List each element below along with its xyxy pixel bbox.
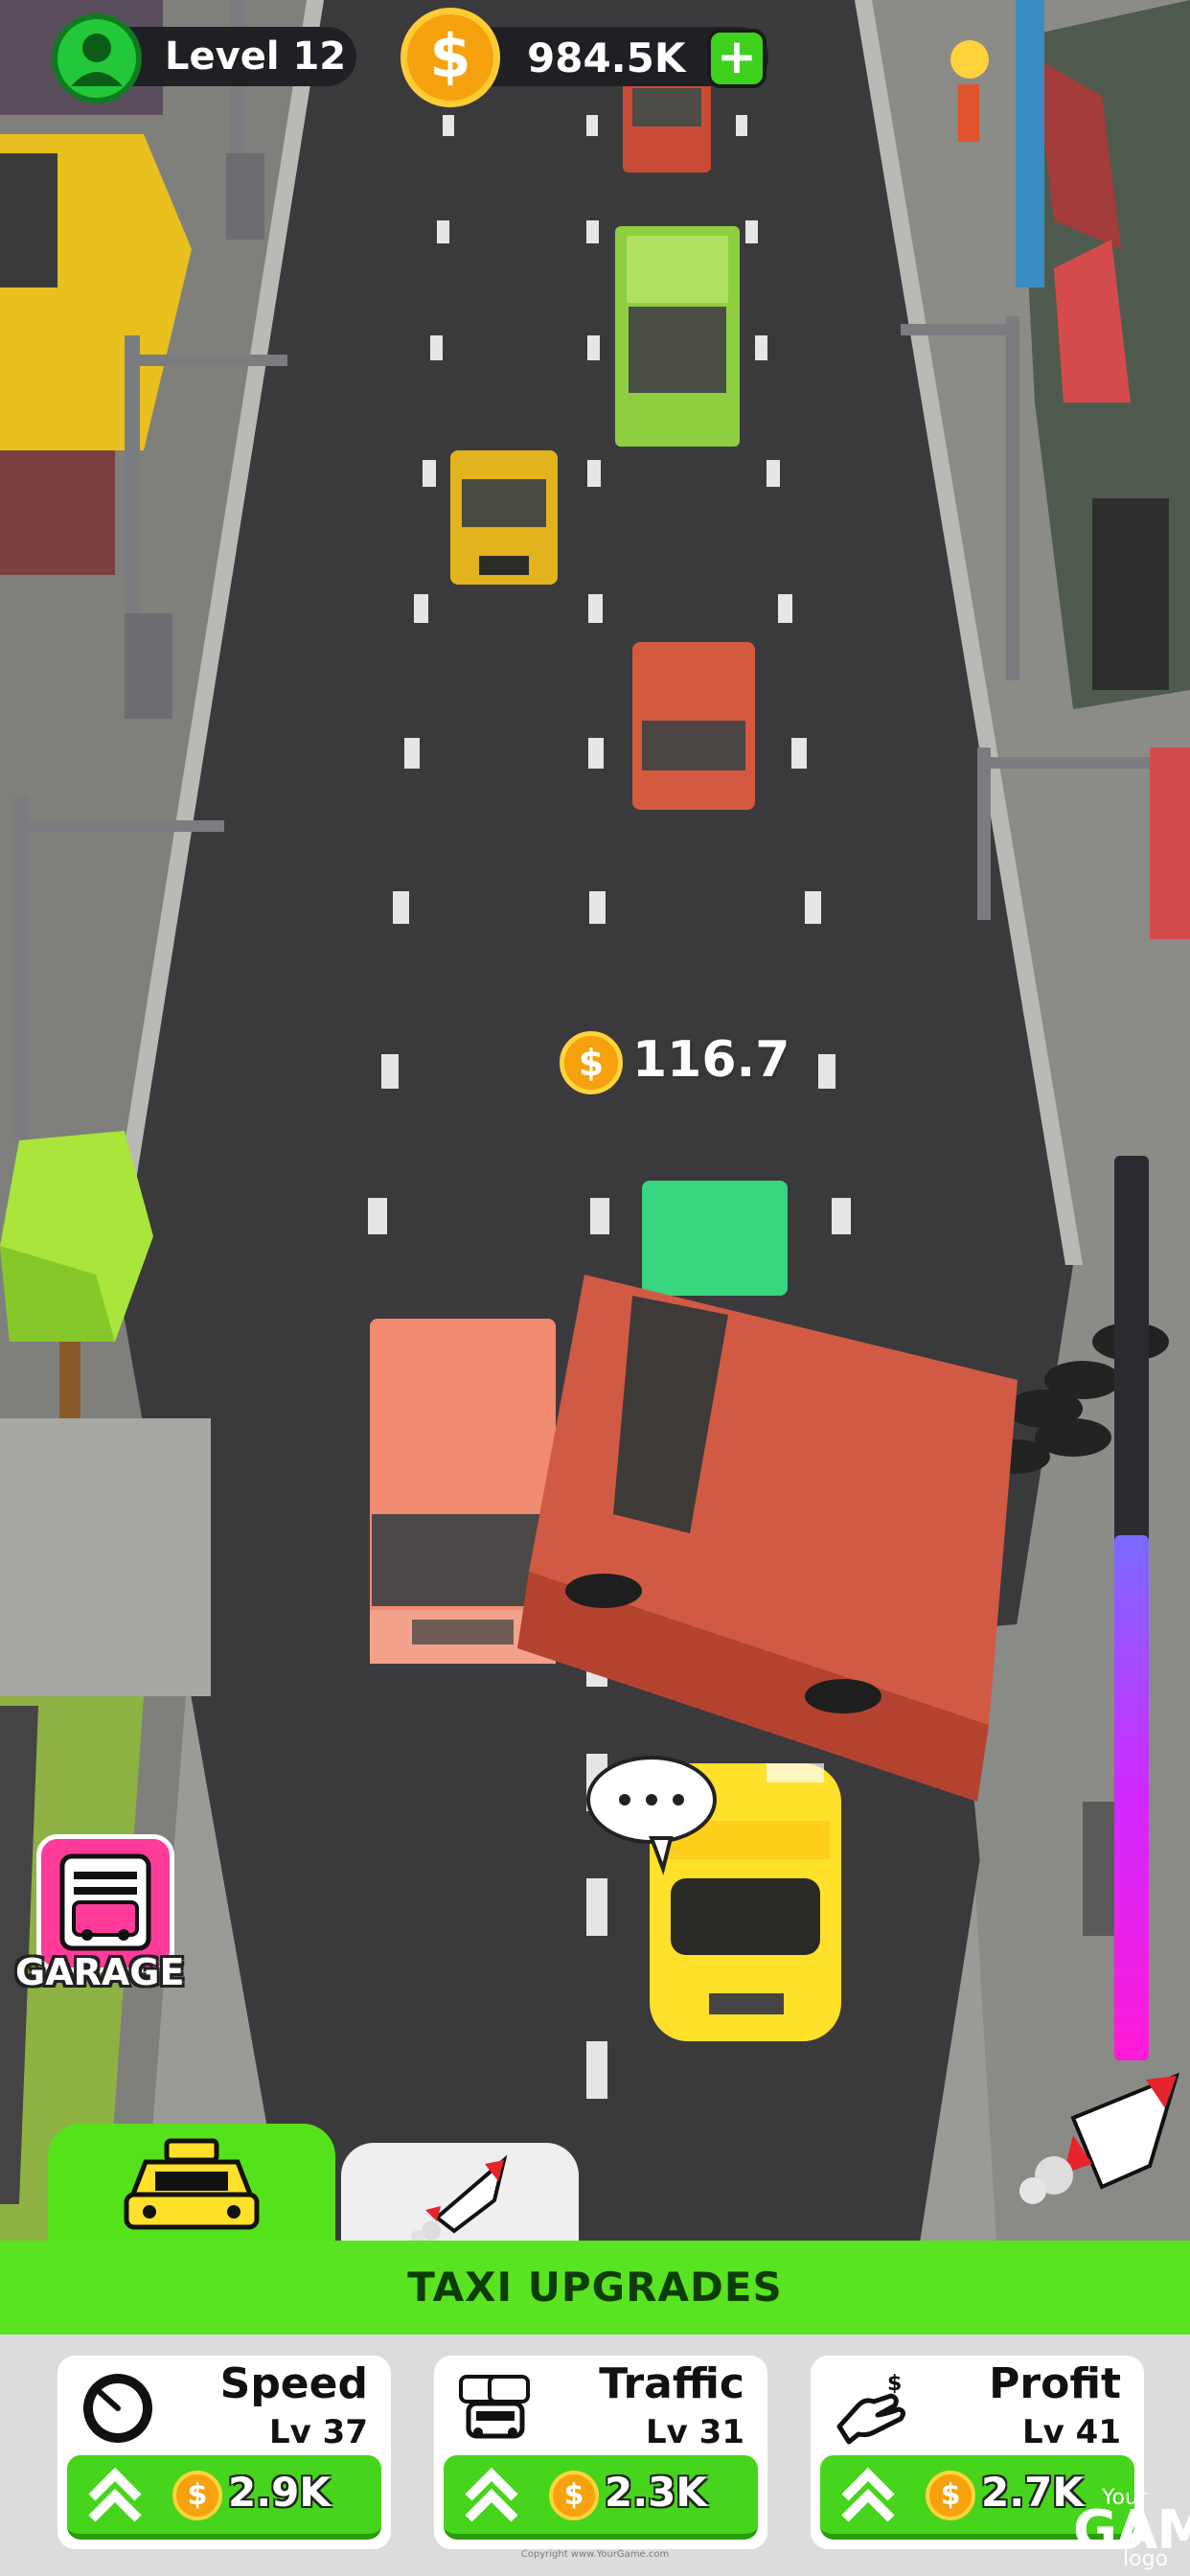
upgrade-card-speed: Speed Lv 37 $ 2.9K bbox=[57, 2356, 391, 2549]
garage-icon bbox=[59, 1853, 151, 1951]
speedometer-icon bbox=[83, 2374, 152, 2443]
van-red bbox=[632, 642, 755, 810]
upgrade-traffic-button[interactable]: $ 2.3K bbox=[444, 2455, 758, 2540]
svg-text:$: $ bbox=[887, 2372, 902, 2396]
garage-label: GARAGE bbox=[15, 1951, 185, 1993]
profile-avatar-icon[interactable] bbox=[52, 13, 142, 104]
taxi-icon bbox=[124, 2138, 260, 2230]
traffic-cars-icon bbox=[459, 2375, 530, 2439]
upgrade-price: 2.7K bbox=[981, 2469, 1084, 2516]
car-red-far bbox=[623, 77, 711, 172]
price-coin-icon: $ bbox=[926, 2471, 975, 2520]
upgrade-price: 2.9K bbox=[228, 2469, 331, 2516]
add-coins-button[interactable]: + bbox=[707, 29, 767, 88]
coin-icon: $ bbox=[400, 8, 500, 107]
hand-money-icon: $ bbox=[836, 2372, 906, 2445]
tab-rocket[interactable] bbox=[341, 2143, 579, 2243]
van-yellow bbox=[450, 450, 558, 585]
double-chevron-up-icon bbox=[465, 2467, 518, 2522]
upgrade-title: Traffic bbox=[599, 2359, 744, 2408]
double-chevron-up-icon bbox=[88, 2467, 142, 2522]
upgrade-price: 2.3K bbox=[605, 2469, 707, 2516]
upgrade-title: Profit bbox=[989, 2359, 1121, 2408]
upgrades-header-title: TAXI UPGRADES bbox=[407, 2264, 783, 2311]
double-chevron-up-icon bbox=[841, 2467, 895, 2522]
price-coin-icon: $ bbox=[172, 2471, 222, 2520]
car-green-front bbox=[642, 1181, 788, 1296]
earned-coin-icon: $ bbox=[560, 1031, 623, 1094]
rocket-icon bbox=[411, 2154, 508, 2243]
trip-progress-fill bbox=[1114, 1535, 1149, 2060]
bus-green bbox=[615, 226, 740, 447]
price-coin-icon: $ bbox=[549, 2471, 599, 2520]
copyright-text: Copyright www.YourGame.com bbox=[520, 2549, 670, 2560]
upgrade-level: Lv 41 bbox=[1022, 2413, 1121, 2451]
trip-progress-bar bbox=[1114, 1156, 1149, 2060]
tab-taxi[interactable] bbox=[48, 2124, 335, 2242]
upgrade-title: Speed bbox=[219, 2359, 368, 2408]
coin-balance: 984.5K bbox=[527, 34, 686, 81]
earned-amount: 116.7 bbox=[632, 1031, 790, 1089]
level-label: Level 12 bbox=[165, 34, 347, 79]
upgrade-card-traffic: Traffic Lv 31 $ 2.3K bbox=[434, 2356, 767, 2549]
upgrade-speed-button[interactable]: $ 2.9K bbox=[67, 2455, 381, 2540]
upgrade-level: Lv 31 bbox=[646, 2413, 744, 2451]
upgrade-level: Lv 37 bbox=[269, 2413, 368, 2451]
